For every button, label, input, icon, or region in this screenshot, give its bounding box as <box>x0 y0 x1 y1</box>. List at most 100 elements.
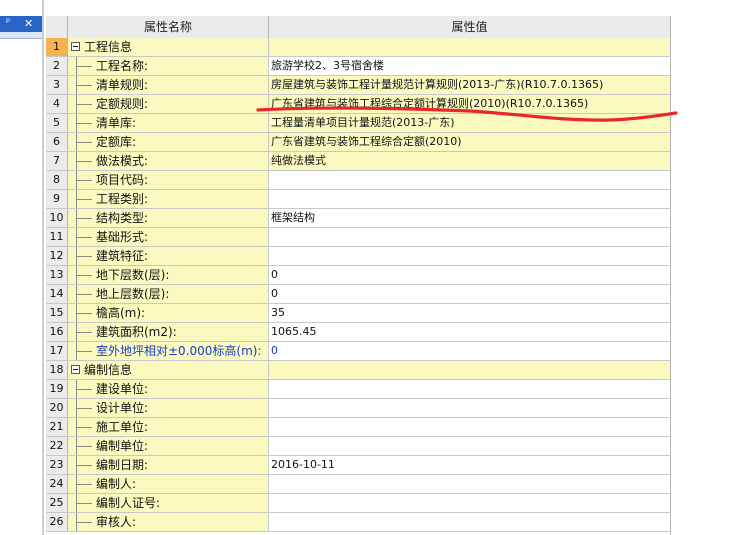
property-name-cell[interactable]: 编制日期: <box>68 456 269 474</box>
property-value-cell[interactable] <box>269 228 670 246</box>
collapse-toggle-icon[interactable] <box>71 42 80 51</box>
property-value-cell[interactable] <box>269 437 670 455</box>
property-value-cell[interactable] <box>269 399 670 417</box>
row-number[interactable]: 16 <box>46 323 68 341</box>
property-name-cell[interactable]: 建设单位: <box>68 380 269 398</box>
property-value-cell[interactable] <box>269 38 670 56</box>
property-value-cell[interactable]: 1065.45 <box>269 323 670 341</box>
property-value-cell[interactable] <box>269 361 670 379</box>
row-number[interactable]: 5 <box>46 114 68 132</box>
property-name-cell[interactable]: 清单库: <box>68 114 269 132</box>
property-row[interactable]: 11 基础形式: <box>46 228 670 247</box>
property-name-cell[interactable]: 室外地坪相对±0.000标高(m): <box>68 342 269 360</box>
property-row[interactable]: 2 工程名称: 旅游学校2、3号宿舍楼 <box>46 57 670 76</box>
property-name-cell[interactable]: 项目代码: <box>68 171 269 189</box>
property-row[interactable]: 8 项目代码: <box>46 171 670 190</box>
property-name-cell[interactable]: 设计单位: <box>68 399 269 417</box>
row-number[interactable]: 19 <box>46 380 68 398</box>
row-number[interactable]: 25 <box>46 494 68 512</box>
property-value-cell[interactable]: 旅游学校2、3号宿舍楼 <box>269 57 670 75</box>
property-row[interactable]: 5 清单库: 工程量清单项目计量规范(2013-广东) <box>46 114 670 133</box>
property-value-cell[interactable]: 0 <box>269 266 670 284</box>
property-name-cell[interactable]: 编制单位: <box>68 437 269 455</box>
property-value-cell[interactable]: 纯做法模式 <box>269 152 670 170</box>
property-row[interactable]: 21 施工单位: <box>46 418 670 437</box>
property-row[interactable]: 19 建设单位: <box>46 380 670 399</box>
property-row[interactable]: 9 工程类别: <box>46 190 670 209</box>
property-value-cell[interactable] <box>269 475 670 493</box>
collapse-toggle-icon[interactable] <box>71 365 80 374</box>
property-value-cell[interactable]: 0 <box>269 342 670 360</box>
property-name-cell[interactable]: 施工单位: <box>68 418 269 436</box>
property-name-cell[interactable]: 清单规则: <box>68 76 269 94</box>
property-row[interactable]: 4 定额规则: 广东省建筑与装饰工程综合定额计算规则(2010)(R10.7.0.1… <box>46 95 670 114</box>
property-row[interactable]: 16 建筑面积(m2): 1065.45 <box>46 323 670 342</box>
property-value-cell[interactable]: 广东省建筑与装饰工程综合定额(2010) <box>269 133 670 151</box>
property-name-cell[interactable]: 建筑面积(m2): <box>68 323 269 341</box>
property-row[interactable]: 24 编制人: <box>46 475 670 494</box>
property-name-cell[interactable]: 结构类型: <box>68 209 269 227</box>
row-number[interactable]: 18 <box>46 361 68 379</box>
property-row[interactable]: 26 审核人: <box>46 513 670 532</box>
row-number[interactable]: 17 <box>46 342 68 360</box>
row-number[interactable]: 14 <box>46 285 68 303</box>
property-value-cell[interactable]: 框架结构 <box>269 209 670 227</box>
property-name-cell[interactable]: 编制人: <box>68 475 269 493</box>
property-name-cell[interactable]: 工程名称: <box>68 57 269 75</box>
column-header-property-value[interactable]: 属性值 <box>269 16 670 38</box>
property-row[interactable]: 3 清单规则: 房屋建筑与装饰工程计量规范计算规则(2013-广东)(R10.7.0… <box>46 76 670 95</box>
property-name-cell[interactable]: 建筑特征: <box>68 247 269 265</box>
property-value-cell[interactable] <box>269 190 670 208</box>
row-number[interactable]: 9 <box>46 190 68 208</box>
property-name-cell[interactable]: 做法模式: <box>68 152 269 170</box>
property-value-cell[interactable] <box>269 494 670 512</box>
row-number[interactable]: 24 <box>46 475 68 493</box>
property-name-cell[interactable]: 工程信息 <box>68 38 269 56</box>
property-row[interactable]: 17 室外地坪相对±0.000标高(m): 0 <box>46 342 670 361</box>
property-name-cell[interactable]: 编制人证号: <box>68 494 269 512</box>
property-name-cell[interactable]: 定额规则: <box>68 95 269 113</box>
row-number[interactable]: 22 <box>46 437 68 455</box>
row-number[interactable]: 21 <box>46 418 68 436</box>
property-name-cell[interactable]: 地下层数(层): <box>68 266 269 284</box>
splitter[interactable] <box>42 0 44 535</box>
property-row[interactable]: 10 结构类型: 框架结构 <box>46 209 670 228</box>
row-number[interactable]: 8 <box>46 171 68 189</box>
property-name-cell[interactable]: 檐高(m): <box>68 304 269 322</box>
property-row[interactable]: 22 编制单位: <box>46 437 670 456</box>
group-row[interactable]: 1 工程信息 <box>46 38 670 57</box>
row-number[interactable]: 15 <box>46 304 68 322</box>
property-row[interactable]: 6 定额库: 广东省建筑与装饰工程综合定额(2010) <box>46 133 670 152</box>
property-name-cell[interactable]: 审核人: <box>68 513 269 531</box>
row-number[interactable]: 23 <box>46 456 68 474</box>
grid-corner-cell[interactable] <box>46 16 68 38</box>
row-number[interactable]: 10 <box>46 209 68 227</box>
property-name-cell[interactable]: 地上层数(层): <box>68 285 269 303</box>
property-row[interactable]: 20 设计单位: <box>46 399 670 418</box>
property-row[interactable]: 23 编制日期: 2016-10-11 <box>46 456 670 475</box>
property-value-cell[interactable] <box>269 171 670 189</box>
property-value-cell[interactable] <box>269 513 670 531</box>
property-row[interactable]: 14 地上层数(层): 0 <box>46 285 670 304</box>
property-value-cell[interactable]: 广东省建筑与装饰工程综合定额计算规则(2010)(R10.7.0.1365) <box>269 95 670 113</box>
property-value-cell[interactable]: 0 <box>269 285 670 303</box>
row-number[interactable]: 6 <box>46 133 68 151</box>
property-value-cell[interactable]: 2016-10-11 <box>269 456 670 474</box>
row-number[interactable]: 7 <box>46 152 68 170</box>
property-row[interactable]: 12 建筑特征: <box>46 247 670 266</box>
close-icon[interactable]: ✕ <box>24 17 33 30</box>
property-value-cell[interactable]: 房屋建筑与装饰工程计量规范计算规则(2013-广东)(R10.7.0.1365) <box>269 76 670 94</box>
property-row[interactable]: 25 编制人证号: <box>46 494 670 513</box>
row-number[interactable]: 1 <box>46 38 68 56</box>
row-number[interactable]: 11 <box>46 228 68 246</box>
property-value-cell[interactable] <box>269 247 670 265</box>
row-number[interactable]: 13 <box>46 266 68 284</box>
row-number[interactable]: 20 <box>46 399 68 417</box>
property-row[interactable]: 7 做法模式: 纯做法模式 <box>46 152 670 171</box>
property-row[interactable]: 13 地下层数(层): 0 <box>46 266 670 285</box>
property-name-cell[interactable]: 定额库: <box>68 133 269 151</box>
property-row[interactable]: 15 檐高(m): 35 <box>46 304 670 323</box>
property-name-cell[interactable]: 编制信息 <box>68 361 269 379</box>
row-number[interactable]: 3 <box>46 76 68 94</box>
row-number[interactable]: 26 <box>46 513 68 531</box>
